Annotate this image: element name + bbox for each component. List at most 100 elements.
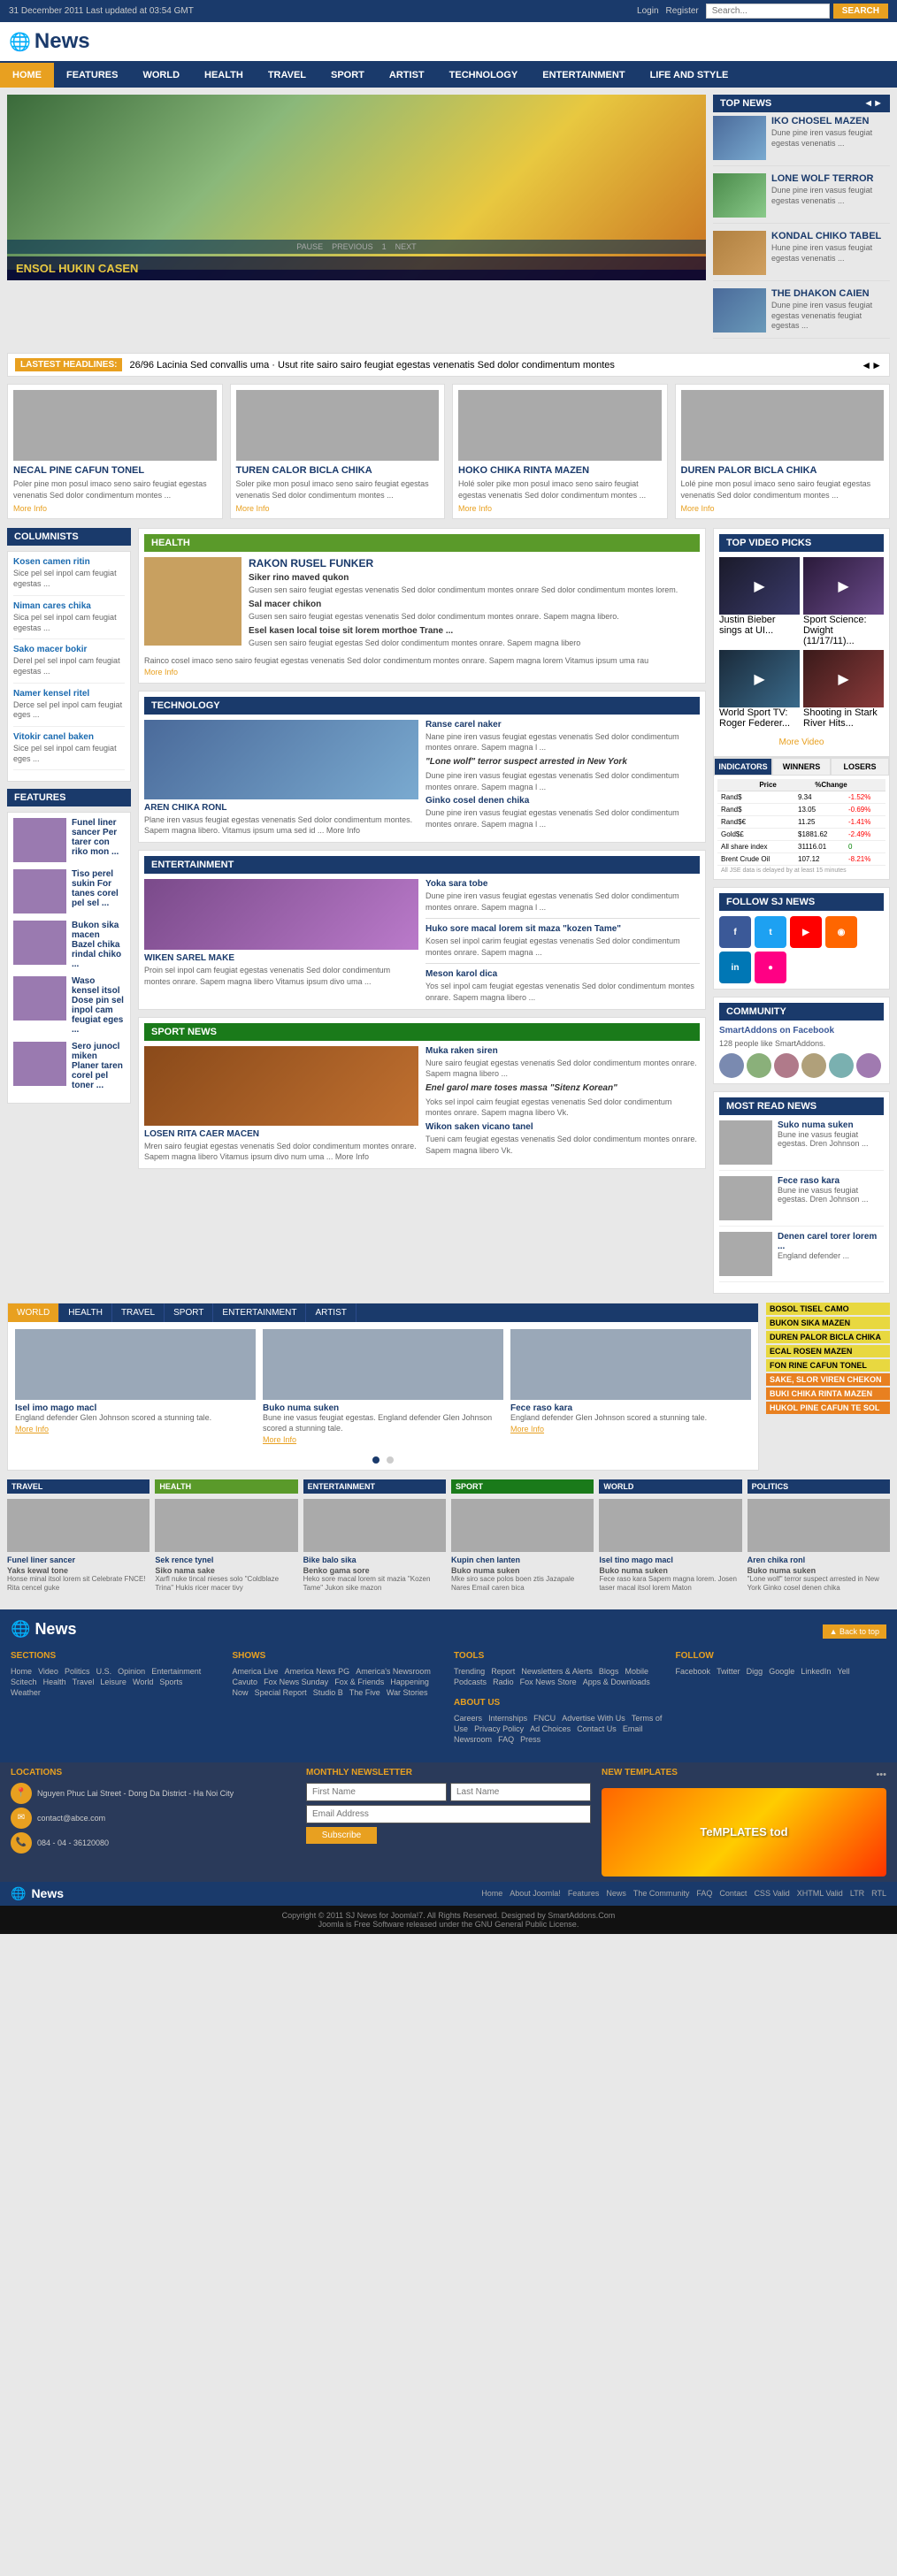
footer-link[interactable]: U.S. [96, 1667, 112, 1676]
news-card-title[interactable]: DUREN PALOR BICLA CHIKA [681, 464, 885, 477]
footer-link[interactable]: Leisure [100, 1678, 126, 1686]
nav-health[interactable]: HEALTH [192, 63, 256, 88]
footer-link[interactable]: Facebook [676, 1667, 711, 1676]
footer-link[interactable]: Internships [488, 1714, 527, 1723]
video-thumb[interactable]: ▶ [803, 650, 884, 707]
footer-link[interactable]: FNCU [533, 1714, 556, 1723]
footer-link[interactable]: Video [38, 1667, 58, 1676]
ent-article-title[interactable]: WIKEN SAREL MAKE [144, 953, 418, 963]
hero-next[interactable]: NEXT [395, 242, 417, 251]
tech-sub2-title[interactable]: Ginko cosel denen chika [426, 796, 700, 806]
video-thumb[interactable]: ▶ [719, 557, 800, 615]
newsletter-email[interactable] [306, 1805, 591, 1823]
footer-link[interactable]: Blogs [599, 1667, 619, 1676]
footer-link[interactable]: Newsletters & Alerts [521, 1667, 593, 1676]
footer-link[interactable]: Travel [73, 1678, 95, 1686]
ent-item-3-title[interactable]: Meson karol dica [426, 969, 700, 979]
more-video-link[interactable]: More Video [719, 734, 884, 751]
footer-link[interactable]: Report [491, 1667, 515, 1676]
tab-entertainment[interactable]: ENTERTAINMENT [213, 1303, 306, 1322]
bottom-link-xhtml[interactable]: XHTML Valid [797, 1889, 843, 1898]
footer-link[interactable]: Advertise With Us [562, 1714, 625, 1723]
tab-sport[interactable]: SPORT [165, 1303, 213, 1322]
bottom-link-about[interactable]: About Joomla! [510, 1889, 561, 1898]
footer-link[interactable]: Mobile [625, 1667, 649, 1676]
bottom-link-rtl[interactable]: RTL [871, 1889, 886, 1898]
bottom-link-faq[interactable]: FAQ [696, 1889, 712, 1898]
ent-item-2-title[interactable]: Huko sore macal lorem sit maza "kozen Ta… [426, 924, 700, 934]
flickr-icon[interactable]: ● [755, 952, 786, 983]
footer-link[interactable]: America Live [233, 1667, 279, 1676]
footer-link[interactable]: Studio B [313, 1688, 343, 1697]
tech-article-title[interactable]: AREN CHIKA RONL [144, 803, 418, 813]
bottom-sport-title[interactable]: Kupin chen lanten [451, 1556, 594, 1564]
tab-travel[interactable]: TRAVEL [112, 1303, 165, 1322]
top-news-title[interactable]: KONDAL CHIKO TABEL [771, 231, 890, 241]
features-item-title[interactable]: Bukon sika macen Bazel chika rindal chik… [72, 921, 125, 969]
bottom-travel-title[interactable]: Funel liner sancer [7, 1556, 150, 1564]
health-more-link[interactable]: More Info [144, 668, 178, 676]
footer-link[interactable]: The Five [349, 1688, 380, 1697]
nav-home[interactable]: HOME [0, 63, 54, 88]
footer-link[interactable]: Scitech [11, 1678, 37, 1686]
hero-prev[interactable]: PREVIOUS [332, 242, 373, 251]
bottom-link-news[interactable]: News [606, 1889, 626, 1898]
register-link[interactable]: Register [666, 6, 699, 16]
linkedin-icon[interactable]: in [719, 952, 751, 983]
tab-item-more[interactable]: More Info [263, 1435, 296, 1444]
most-read-title[interactable]: Fece raso kara [778, 1176, 884, 1186]
sport-right-title[interactable]: Muka raken siren [426, 1046, 700, 1056]
community-brand[interactable]: SmartAddons on Facebook [719, 1026, 884, 1036]
footer-link[interactable]: Podcasts [454, 1678, 487, 1686]
footer-link[interactable]: Politics [65, 1667, 90, 1676]
most-read-title[interactable]: Suko numa suken [778, 1120, 884, 1130]
footer-link[interactable]: Fox News Store [520, 1678, 577, 1686]
hero-pause[interactable]: PAUSE [296, 242, 323, 251]
footer-link[interactable]: Careers [454, 1714, 482, 1723]
footer-link[interactable]: Privacy Policy [474, 1724, 524, 1733]
tab-item-title[interactable]: Fece raso kara [510, 1403, 751, 1413]
bottom-link-contact[interactable]: Contact [719, 1889, 747, 1898]
tab-world[interactable]: WORLD [8, 1303, 59, 1322]
footer-link[interactable]: Opinion [118, 1667, 145, 1676]
footer-link[interactable]: Health [43, 1678, 66, 1686]
features-item-title[interactable]: Sero junocl miken Planer taren corel pel… [72, 1042, 125, 1090]
footer-link[interactable]: Google [769, 1667, 794, 1676]
templates-dots-icon[interactable]: ••• [876, 1770, 886, 1780]
sport-article-title[interactable]: LOSEN RITA CAER MACEN [144, 1129, 418, 1139]
nav-life-and-style[interactable]: LIFE AND STYLE [638, 63, 741, 88]
footer-link[interactable]: Home [11, 1667, 32, 1676]
news-card-more[interactable]: More Info [458, 504, 662, 513]
columnist-name[interactable]: Niman cares chika [13, 601, 125, 611]
nav-technology[interactable]: TECHNOLOGY [437, 63, 531, 88]
features-item-title[interactable]: Tiso perel sukin For tanes corel pel sel… [72, 869, 125, 908]
tab-item-more[interactable]: More Info [15, 1425, 49, 1433]
tab-item-title[interactable]: Isel imo mago macl [15, 1403, 256, 1413]
tech-right-title[interactable]: Ranse carel naker [426, 720, 700, 730]
footer-link[interactable]: LinkedIn [801, 1667, 831, 1676]
site-logo[interactable]: 🌐 News [9, 29, 90, 54]
footer-link[interactable]: Special Report [255, 1688, 307, 1697]
columnist-name[interactable]: Sako macer bokir [13, 645, 125, 654]
columnist-name[interactable]: Vitokir canel baken [13, 732, 125, 742]
footer-link[interactable]: Radio [493, 1678, 514, 1686]
youtube-icon[interactable]: ▶ [790, 916, 822, 948]
video-thumb[interactable]: ▶ [719, 650, 800, 707]
footer-link[interactable]: Cavuto [233, 1678, 258, 1686]
footer-link[interactable]: Entertainment [151, 1667, 201, 1676]
footer-link[interactable]: World [133, 1678, 153, 1686]
bottom-world-title[interactable]: Isel tino mago macl [599, 1556, 741, 1564]
tab-artist[interactable]: ARTIST [306, 1303, 356, 1322]
footer-link[interactable]: Apps & Downloads [583, 1678, 650, 1686]
newsletter-lastname[interactable] [450, 1783, 591, 1801]
tab-dot-2[interactable] [387, 1456, 394, 1464]
footer-link[interactable]: FAQ [498, 1735, 514, 1744]
tab-winners[interactable]: WINNERS [772, 758, 831, 776]
footer-link[interactable]: Press [520, 1735, 540, 1744]
news-card-more[interactable]: More Info [236, 504, 440, 513]
top-news-title[interactable]: LONE WOLF TERROR [771, 173, 890, 184]
top-news-arrows[interactable]: ◄► [863, 98, 883, 109]
tab-item-more[interactable]: More Info [510, 1425, 544, 1433]
ent-item-1-title[interactable]: Yoka sara tobe [426, 879, 700, 889]
bottom-link-ltr[interactable]: LTR [850, 1889, 864, 1898]
